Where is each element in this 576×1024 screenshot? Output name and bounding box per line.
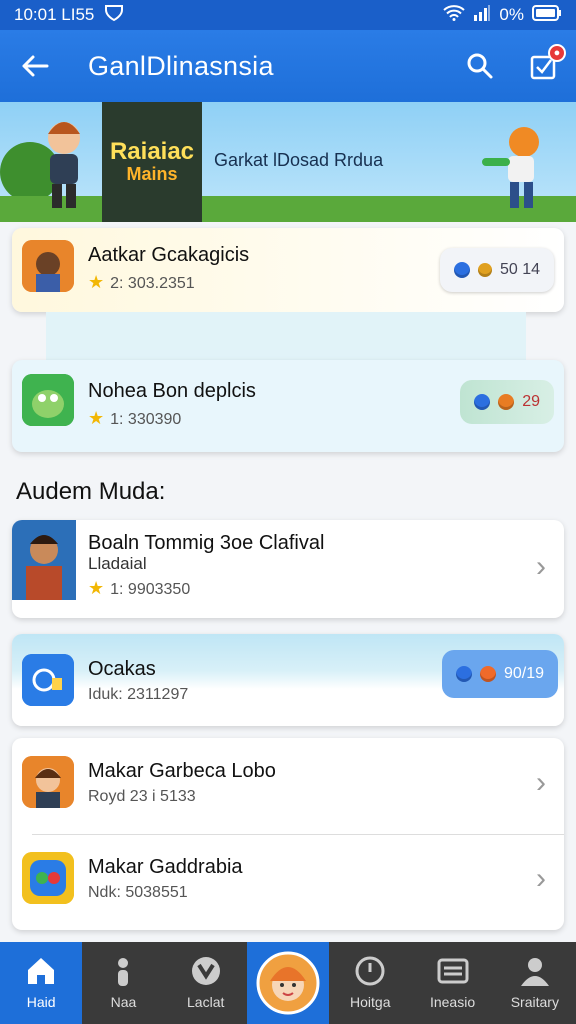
game-rating: 1: 9903350 (110, 581, 191, 598)
page-title: GanlDlinasnsia (88, 50, 274, 81)
game-poster: Raiaiac Mains (102, 102, 202, 222)
shield-icon (104, 4, 124, 27)
game-icon (12, 520, 76, 600)
game-name: Ocakas (88, 658, 156, 680)
battery-level: 0% (499, 5, 524, 24)
user-icon (520, 958, 549, 986)
app-bar: GanlDlinasnsia ● (0, 30, 576, 102)
poster-title: Raiaiac (109, 137, 195, 165)
game-icon (22, 852, 74, 904)
search-button[interactable] (448, 30, 512, 102)
coin-icon (453, 262, 470, 278)
tab-label: Laclat (187, 994, 225, 1010)
arrow-left-icon (22, 55, 49, 77)
battery-icon (532, 4, 562, 26)
clock-icon (355, 956, 385, 986)
promo-banner[interactable]: Raiaiac Mains Garkat lDosad Rrdua (0, 102, 576, 222)
tab-label: Ineasio (429, 994, 476, 1010)
coin-icon (455, 666, 472, 682)
action-pill[interactable]: 50 14 (439, 248, 554, 292)
divider-band (46, 312, 526, 360)
featured-game-card[interactable]: Nohea Bon deplcis ★ 1: 330390 29 (12, 360, 564, 452)
tab-label: Hoitga (350, 994, 391, 1010)
home-icon (28, 958, 55, 984)
game-name: Makar Gaddrabia (88, 856, 243, 878)
bottom-tab-bar: Haid Naa Laclat Hoitga Ineasio Sraitary (0, 942, 576, 1024)
search-icon (467, 53, 493, 79)
game-subtitle: Lladaial (88, 554, 147, 573)
tasks-button[interactable]: ● (512, 30, 576, 102)
game-icon (22, 756, 74, 808)
star-icon: ★ (88, 272, 105, 292)
gem-icon (479, 666, 496, 682)
game-icon (22, 654, 74, 706)
runner-character-image (482, 127, 539, 208)
game-name: Boaln Tommig 3oe Clafival (88, 532, 325, 554)
game-meta: Royd 23 i 5133 (88, 788, 196, 805)
game-name: Aatkar Gcakagicis (88, 244, 250, 266)
game-rating: 1: 330390 (110, 411, 182, 428)
action-pill[interactable]: 90/19 (441, 650, 558, 698)
poster-subtitle: Mains (126, 163, 178, 184)
wifi-icon (443, 4, 466, 26)
gem-icon (477, 263, 492, 277)
tab-7[interactable]: Sraitary (494, 942, 576, 1024)
section-title: Audem Muda: (16, 478, 166, 505)
pill-count: 90/19 (503, 665, 544, 682)
hero-character-image (48, 122, 80, 208)
action-pill[interactable]: 29 (460, 380, 554, 424)
signal-icon (473, 4, 491, 26)
back-button[interactable] (0, 30, 70, 102)
tab-profile[interactable] (246, 942, 330, 1024)
game-meta: Ndk: 5038551 (88, 884, 188, 901)
game-icon (22, 240, 74, 292)
star-icon: ★ (88, 578, 105, 598)
list-item[interactable]: Ocakas Iduk: 2311297 90/19 (12, 634, 564, 726)
tab-3[interactable]: Laclat (165, 942, 247, 1024)
tab-home[interactable]: Haid (0, 942, 83, 1024)
game-icon (22, 374, 74, 426)
banner-caption: Garkat lDosad Rrdua (214, 150, 384, 170)
coin-icon (474, 394, 491, 410)
status-time: 10:01 LI55 (14, 5, 95, 24)
game-name: Makar Garbeca Lobo (88, 760, 276, 782)
tab-5[interactable]: Hoitga (329, 942, 411, 1024)
tray-icon (437, 958, 469, 984)
game-name: Nohea Bon deplcis (88, 380, 256, 402)
game-meta: Iduk: 2311297 (88, 686, 189, 703)
list-item[interactable]: Makar Gaddrabia Ndk: 5038551 › (12, 834, 564, 930)
status-bar: 10:01 LI55 0% (0, 0, 576, 30)
avatar (256, 951, 320, 1015)
badge-icon (191, 957, 220, 985)
list-item[interactable]: Boaln Tommig 3oe Clafival Lladaial ★ 1: 9… (12, 520, 564, 618)
gem-icon (498, 394, 515, 410)
tab-6[interactable]: Ineasio (411, 942, 493, 1024)
star-icon: ★ (88, 408, 105, 428)
featured-game-card[interactable]: Aatkar Gcakagicis ★ 2: 303.2351 50 14 (12, 228, 564, 312)
person-icon (118, 958, 129, 986)
tab-label: Haid (26, 994, 56, 1010)
pill-count: 29 (522, 393, 540, 410)
game-rating: 2: 303.2351 (110, 275, 195, 292)
list-item[interactable]: Makar Garbeca Lobo Royd 23 i 5133 › (12, 738, 564, 834)
tab-label: Sraitary (510, 994, 559, 1010)
tab-2[interactable]: Naa (82, 942, 164, 1024)
chevron-right-icon: › (536, 862, 546, 895)
chevron-right-icon: › (536, 550, 546, 583)
list-group: Makar Garbeca Lobo Royd 23 i 5133 › Maka… (12, 738, 564, 930)
pill-count: 50 14 (499, 261, 540, 278)
notification-badge: ● (548, 44, 566, 62)
chevron-right-icon: › (536, 766, 546, 799)
tab-label: Naa (110, 994, 137, 1010)
